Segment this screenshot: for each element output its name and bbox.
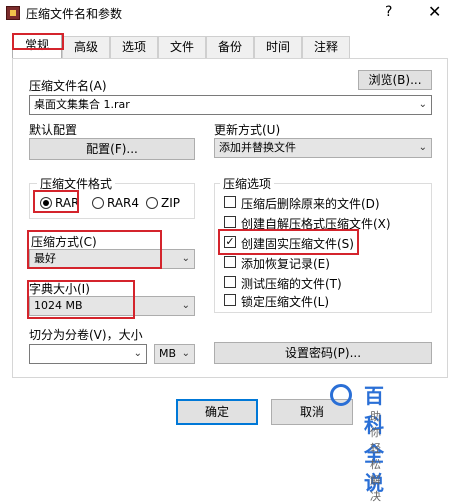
tab-options[interactable]: 选项	[110, 36, 158, 58]
help-button[interactable]: ?	[385, 4, 392, 20]
archive-name-value: 桌面文集集合 1.rar	[34, 98, 130, 111]
highlight-compression-method	[27, 230, 162, 269]
archiving-options-label: 压缩选项	[220, 175, 275, 192]
chevron-down-icon: ⌄	[418, 142, 427, 153]
split-unit-value: MB	[159, 347, 177, 360]
title-bar: 压缩文件名和参数 ? ✕	[0, 0, 460, 26]
chevron-down-icon: ⌄	[181, 300, 190, 311]
radio-rar4[interactable]	[92, 197, 104, 209]
option-lock-archive-label: 锁定压缩文件(L)	[241, 295, 330, 309]
close-button[interactable]: ✕	[428, 2, 441, 21]
radio-zip[interactable]	[146, 197, 158, 209]
highlight-tab-general	[12, 33, 64, 50]
tab-strip: 常规 高级 选项 文件 备份 时间 注释	[12, 34, 448, 58]
watermark-logo-icon	[330, 384, 352, 406]
set-password-button[interactable]: 设置密码(P)...	[214, 342, 432, 364]
archive-name-input[interactable]: 桌面文集集合 1.rar ⌄	[29, 95, 432, 115]
update-mode-label: 更新方式(U)	[214, 123, 281, 137]
option-test-files-label: 测试压缩的文件(T)	[241, 277, 342, 291]
winrar-app-icon	[6, 6, 20, 20]
tab-advanced[interactable]: 高级	[62, 36, 110, 58]
checkbox-test-files[interactable]	[224, 276, 236, 288]
split-unit-select[interactable]: MB ⌄	[154, 344, 195, 364]
checkbox-create-sfx[interactable]	[224, 216, 236, 228]
watermark-subtitle: 助你轻松解决	[370, 410, 381, 503]
radio-zip-label: ZIP	[161, 196, 180, 210]
ok-button[interactable]: 确定	[176, 399, 258, 425]
option-delete-after-label: 压缩后删除原来的文件(D)	[241, 197, 380, 211]
highlight-dictionary-size	[27, 280, 135, 319]
update-mode-value: 添加并替换文件	[219, 141, 296, 154]
chevron-down-icon: ⌄	[133, 348, 142, 359]
default-profile-label: 默认配置	[29, 123, 78, 137]
checkbox-delete-after[interactable]	[224, 196, 236, 208]
checkbox-recovery-record[interactable]	[224, 256, 236, 268]
window-title: 压缩文件名和参数	[26, 7, 123, 21]
tab-comment[interactable]: 注释	[302, 36, 350, 58]
split-size-input[interactable]: ⌄	[29, 344, 147, 364]
profiles-button[interactable]: 配置(F)...	[29, 138, 195, 160]
chevron-down-icon: ⌄	[181, 348, 190, 359]
tab-files[interactable]: 文件	[158, 36, 206, 58]
tab-backup[interactable]: 备份	[206, 36, 254, 58]
highlight-solid-archive	[218, 229, 359, 255]
update-mode-select[interactable]: 添加并替换文件 ⌄	[214, 138, 432, 158]
option-recovery-record-label: 添加恢复记录(E)	[241, 257, 330, 271]
chevron-down-icon: ⌄	[418, 99, 427, 110]
split-volumes-label: 切分为分卷(V)，大小	[29, 328, 143, 342]
browse-button[interactable]: 浏览(B)...	[358, 70, 432, 90]
archive-name-label: 压缩文件名(A)	[29, 79, 107, 93]
tab-time[interactable]: 时间	[254, 36, 302, 58]
checkbox-lock-archive[interactable]	[224, 294, 236, 306]
highlight-rar	[33, 190, 79, 213]
chevron-down-icon: ⌄	[181, 253, 190, 264]
radio-rar4-label: RAR4	[107, 196, 140, 210]
